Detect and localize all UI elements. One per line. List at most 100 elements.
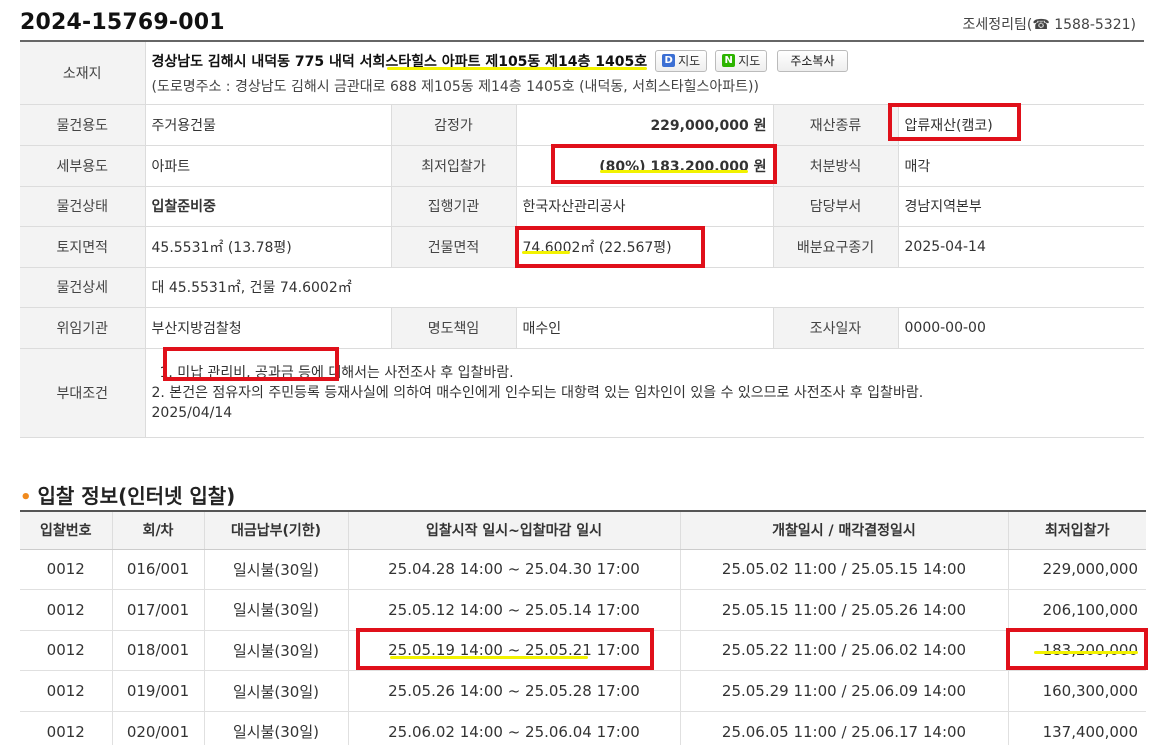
row-location: 소재지 경상남도 김해시 내덕동 775 내덕 서희스타힐스 아파트 제105동…	[20, 41, 1145, 105]
cell-bid-period: 25.05.19 14:00 ~ 25.05.21 17:00	[348, 630, 681, 672]
road-address: (도로명주소 : 경상남도 김해시 금관대로 688 제105동 제14층 14…	[151, 78, 759, 95]
usage-label: 물건용도	[20, 104, 146, 146]
survey-label: 조사일자	[773, 307, 899, 349]
row-area: 토지면적 45.5531㎡ (13.78평) 건물면적 74.6002㎡ (22…	[20, 226, 1145, 268]
condition-date: 2025/04/14	[151, 404, 233, 421]
col-opening: 개찰일시 / 매각결정일시	[680, 511, 1009, 550]
cell-bid-period: 25.05.26 14:00 ~ 25.05.28 17:00	[348, 670, 681, 712]
status-value: 입찰준비중	[145, 186, 392, 227]
disposal-value: 매각	[898, 145, 1145, 187]
bid-info-table: 입찰번호 회/차 대금납부(기한) 입찰시작 일시~입찰마감 일시 개찰일시 /…	[20, 510, 1146, 745]
cell-opening: 25.05.15 11:00 / 25.05.26 14:00	[680, 589, 1009, 631]
cell-bid-period: 25.05.12 14:00 ~ 25.05.14 17:00	[348, 589, 681, 631]
bullet-icon: •	[20, 487, 32, 508]
cell-bid-number: 0012	[20, 711, 113, 745]
condition-item: 1. 미납 관리비, 공과금 등에 대해서는 사전조사 후 입찰바람.	[159, 364, 514, 381]
sub-usage-label: 세부용도	[20, 145, 146, 187]
case-header: 2024-15769-001 조세정리팀(☎ 1588-5321)	[20, 8, 1146, 40]
cell-opening: 25.05.22 11:00 / 25.06.02 14:00	[680, 630, 1009, 672]
row-item-detail: 물건상세 대 45.5531㎡, 건물 74.6002㎡	[20, 267, 1145, 308]
cell-round: 016/001	[112, 549, 205, 591]
cell-bid-period: 25.04.28 14:00 ~ 25.04.30 17:00	[348, 549, 681, 591]
cell-min-price: 160,300,000	[1008, 670, 1146, 712]
phone-icon: ☎	[1032, 17, 1050, 33]
cell-payment: 일시불(30일)	[204, 589, 349, 631]
building-area-value: 74.6002㎡ (22.567평)	[516, 226, 774, 268]
sub-usage-value: 아파트	[145, 145, 392, 187]
condition-item: 2. 본건은 점유자의 주민등록 등재사실에 의하여 매수인에게 인수되는 대항…	[151, 384, 924, 401]
cell-min-price: 137,400,000	[1008, 711, 1146, 745]
cell-bid-number: 0012	[20, 589, 113, 631]
cell-opening: 25.05.02 11:00 / 25.05.15 14:00	[680, 549, 1009, 591]
cell-payment: 일시불(30일)	[204, 711, 349, 745]
usage-value: 주거용건물	[145, 104, 392, 146]
row-delegator: 위임기관 부산지방검찰청 명도책임 매수인 조사일자 0000-00-00	[20, 307, 1145, 349]
location-value: 경상남도 김해시 내덕동 775 내덕 서희스타힐스 아파트 제105동 제14…	[145, 41, 1145, 105]
transfer-label: 명도책임	[391, 307, 517, 349]
col-round: 회/차	[112, 511, 205, 550]
table-row: 0012 019/001 일시불(30일) 25.05.26 14:00 ~ 2…	[20, 670, 1146, 712]
team-label: 조세정리팀	[962, 17, 1027, 33]
disposal-label: 처분방식	[773, 145, 899, 187]
row-usage: 물건용도 주거용건물 감정가 229,000,000 원 재산종류 압류재산(캠…	[20, 104, 1145, 146]
transfer-value: 매수인	[516, 307, 774, 349]
cell-bid-number: 0012	[20, 630, 113, 672]
col-bid-period: 입찰시작 일시~입찰마감 일시	[348, 511, 681, 550]
naver-map-label: 지도	[738, 54, 761, 69]
cell-round: 019/001	[112, 670, 205, 712]
cell-min-price: 229,000,000	[1008, 549, 1146, 591]
asset-type-label: 재산종류	[773, 104, 899, 146]
table-row: 0012 016/001 일시불(30일) 25.04.28 14:00 ~ 2…	[20, 549, 1146, 591]
naver-map-button[interactable]: N 지도	[715, 49, 768, 72]
min-bid-label: 최저입찰가	[391, 145, 517, 187]
property-detail-table: 소재지 경상남도 김해시 내덕동 775 내덕 서희스타힐스 아파트 제105동…	[20, 40, 1145, 438]
naver-map-icon: N	[722, 54, 736, 68]
kakao-map-button[interactable]: D 지도	[655, 49, 708, 72]
cell-opening: 25.05.29 11:00 / 25.06.09 14:00	[680, 670, 1009, 712]
cell-bid-number: 0012	[20, 549, 113, 591]
delegator-value: 부산지방검찰청	[145, 307, 392, 349]
cell-bid-number: 0012	[20, 670, 113, 712]
asset-type-value: 압류재산(캠코)	[898, 104, 1145, 146]
cell-round: 018/001	[112, 630, 205, 672]
delegator-label: 위임기관	[20, 307, 146, 349]
table-row: 0012 020/001 일시불(30일) 25.06.02 14:00 ~ 2…	[20, 711, 1146, 745]
dept-label: 담당부서	[773, 186, 899, 227]
cell-min-price: 206,100,000	[1008, 589, 1146, 631]
status-label: 물건상태	[20, 186, 146, 227]
bid-table-header: 입찰번호 회/차 대금납부(기한) 입찰시작 일시~입찰마감 일시 개찰일시 /…	[20, 511, 1146, 550]
kakao-map-label: 지도	[678, 54, 701, 69]
bid-section-title: • 입찰 정보(인터넷 입찰)	[20, 484, 236, 508]
agency-label: 집행기관	[391, 186, 517, 227]
conditions-label: 부대조건	[20, 348, 146, 438]
kakao-map-icon: D	[662, 54, 676, 68]
row-sub-usage: 세부용도 아파트 최저입찰가 (80%) 183,200,000 원 처분방식 …	[20, 145, 1145, 187]
item-detail-value: 대 45.5531㎡, 건물 74.6002㎡	[145, 267, 1145, 308]
appraisal-label: 감정가	[391, 104, 517, 146]
col-payment: 대금납부(기한)	[204, 511, 349, 550]
building-area-label: 건물면적	[391, 226, 517, 268]
copy-address-button[interactable]: 주소복사	[777, 49, 848, 72]
conditions-value: 1. 미납 관리비, 공과금 등에 대해서는 사전조사 후 입찰바람. 2. 본…	[145, 348, 1145, 438]
row-conditions: 부대조건 1. 미납 관리비, 공과금 등에 대해서는 사전조사 후 입찰바람.…	[20, 348, 1145, 438]
row-status: 물건상태 입찰준비중 집행기관 한국자산관리공사 담당부서 경남지역본부	[20, 186, 1145, 227]
address-text: 경상남도 김해시 내덕동 775 내덕 서희스타힐스 아파트 제105동 제14…	[151, 53, 648, 70]
case-number: 2024-15769-001	[20, 10, 225, 35]
cell-payment: 일시불(30일)	[204, 549, 349, 591]
appraisal-value: 229,000,000 원	[516, 104, 774, 146]
cell-round: 017/001	[112, 589, 205, 631]
cell-payment: 일시불(30일)	[204, 630, 349, 672]
survey-value: 0000-00-00	[898, 307, 1145, 349]
cell-opening: 25.06.05 11:00 / 25.06.17 14:00	[680, 711, 1009, 745]
phone-number: 1588-5321	[1054, 17, 1131, 33]
land-area-label: 토지면적	[20, 226, 146, 268]
col-bid-number: 입찰번호	[20, 511, 113, 550]
col-min-price: 최저입찰가	[1008, 511, 1146, 550]
cell-bid-period: 25.06.02 14:00 ~ 25.06.04 17:00	[348, 711, 681, 745]
min-bid-value: (80%) 183,200,000 원	[516, 145, 774, 187]
cell-min-price: 183,200,000	[1008, 630, 1146, 672]
location-label: 소재지	[20, 41, 146, 105]
team-contact: 조세정리팀(☎ 1588-5321)	[962, 17, 1136, 33]
cell-payment: 일시불(30일)	[204, 670, 349, 712]
item-detail-label: 물건상세	[20, 267, 146, 308]
